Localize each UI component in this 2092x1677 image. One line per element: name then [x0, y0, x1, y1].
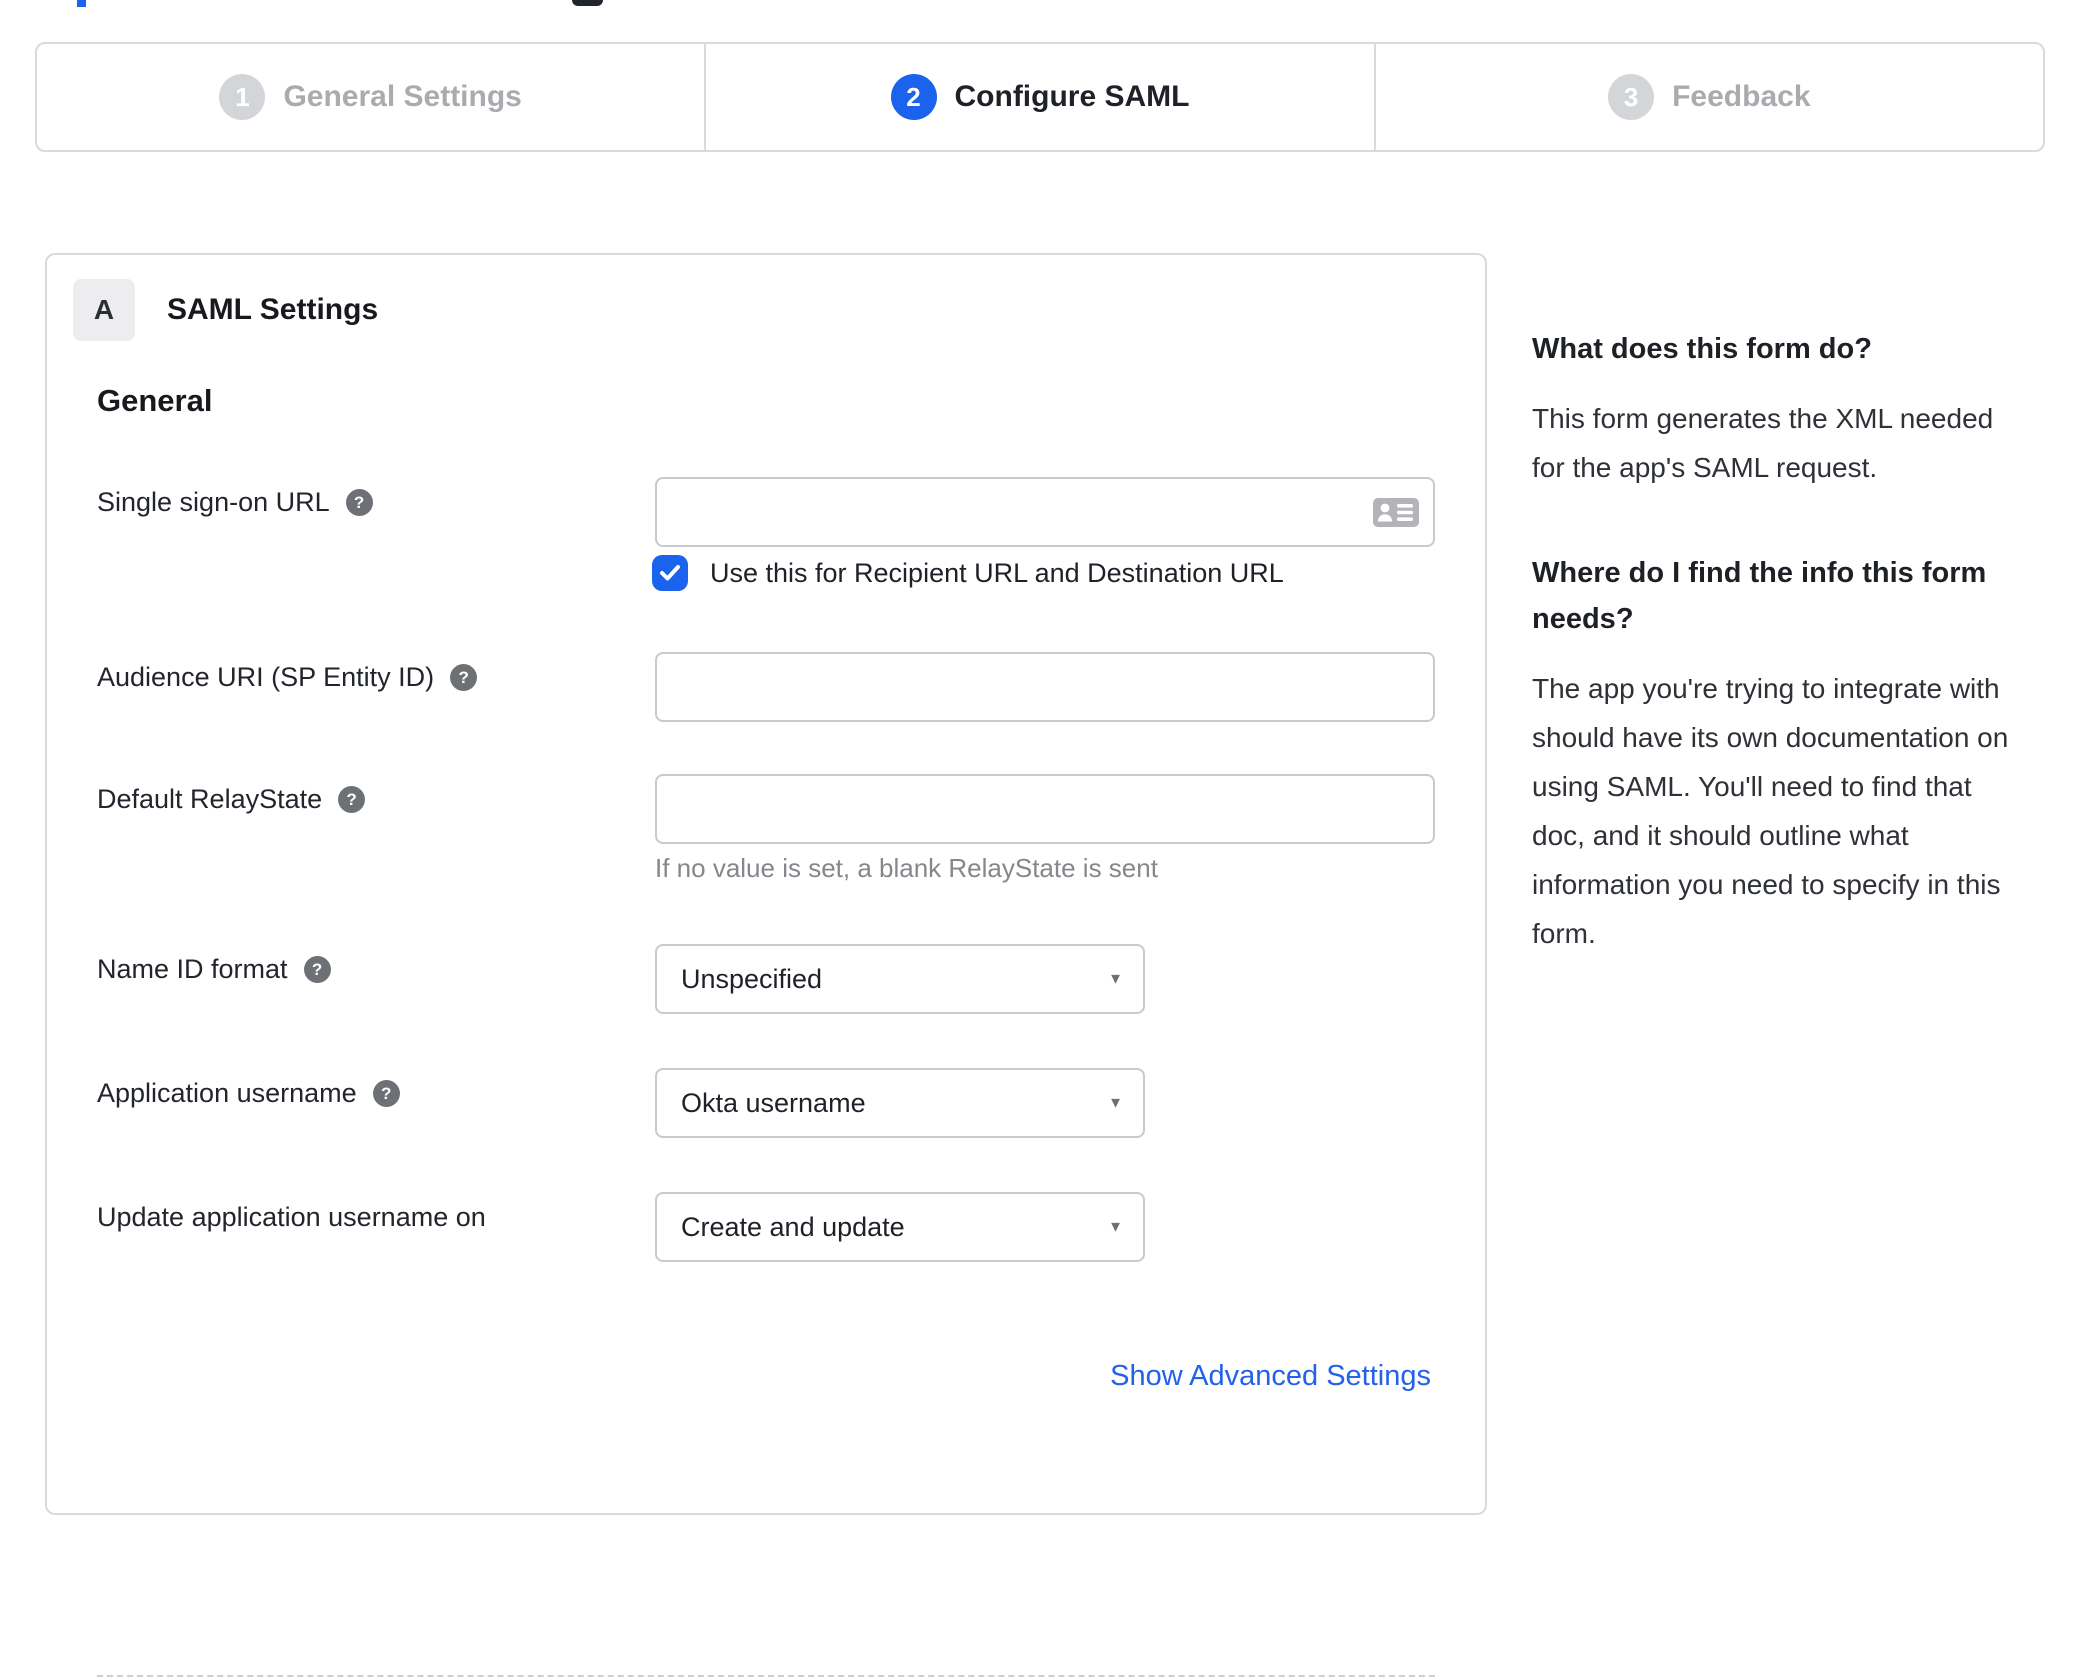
step-number-badge: 1: [219, 74, 266, 120]
name-id-format-label: Name ID format: [97, 954, 288, 984]
help-icon[interactable]: ?: [303, 956, 331, 983]
help-icon[interactable]: ?: [372, 1080, 400, 1107]
application-username-label: Application username: [97, 1078, 357, 1108]
step-label: Configure SAML: [954, 80, 1190, 113]
application-username-select[interactable]: Okta username ▼: [655, 1068, 1145, 1138]
relay-state-input[interactable]: [655, 774, 1435, 844]
cutoff-dark-fragment: [572, 0, 603, 6]
update-username-row: Update application username on: [97, 1202, 486, 1233]
sidebar-body-what: This form generates the XML needed for t…: [1532, 403, 1994, 483]
chevron-down-icon: ▼: [1108, 1218, 1123, 1236]
audience-uri-input[interactable]: [655, 652, 1435, 722]
section-a-badge: A: [73, 279, 135, 341]
sidebar-heading-what: What does this form do?: [1532, 333, 1872, 365]
name-id-format-row: Name ID format ?: [97, 954, 331, 985]
sso-url-input[interactable]: [655, 477, 1435, 547]
sso-url-label: Single sign-on URL: [97, 487, 330, 517]
help-icon[interactable]: ?: [338, 786, 366, 813]
show-advanced-settings-link[interactable]: Show Advanced Settings: [1110, 1360, 1431, 1393]
name-id-format-value: Unspecified: [681, 963, 823, 994]
relay-state-label: Default RelayState: [97, 784, 323, 814]
name-id-format-select[interactable]: Unspecified ▼: [655, 944, 1145, 1014]
help-icon[interactable]: ?: [345, 489, 373, 516]
checkmark-icon: [660, 565, 680, 581]
step-label: General Settings: [283, 80, 522, 113]
step-feedback[interactable]: 3 Feedback: [1373, 44, 2043, 150]
recipient-url-checkbox-label: Use this for Recipient URL and Destinati…: [710, 557, 1284, 588]
cutoff-blue-fragment: [77, 0, 86, 7]
help-icon[interactable]: ?: [450, 664, 478, 691]
audience-uri-row: Audience URI (SP Entity ID) ?: [97, 662, 478, 693]
chevron-down-icon: ▼: [1108, 1094, 1123, 1112]
step-label: Feedback: [1672, 80, 1811, 113]
sso-url-row: Single sign-on URL ?: [97, 487, 373, 518]
audience-uri-label: Audience URI (SP Entity ID): [97, 662, 435, 692]
step-number-badge: 3: [1608, 74, 1655, 120]
panel-title: SAML Settings: [167, 293, 379, 326]
wizard-stepper: 1 General Settings 2 Configure SAML 3 Fe…: [35, 42, 2045, 152]
sidebar-body-where: The app you're trying to integrate with …: [1532, 673, 2009, 949]
sso-url-input-wrap: [655, 477, 1435, 547]
application-username-row: Application username ?: [97, 1078, 400, 1109]
saml-settings-panel: A SAML Settings General Single sign-on U…: [45, 253, 1487, 1677]
step-configure-saml[interactable]: 2 Configure SAML: [704, 44, 1373, 150]
general-section-heading: General: [97, 383, 213, 418]
recipient-url-checkbox[interactable]: [652, 555, 688, 591]
application-username-value: Okta username: [681, 1087, 866, 1118]
update-username-value: Create and update: [681, 1211, 905, 1242]
update-username-label: Update application username on: [97, 1202, 486, 1232]
step-number-badge: 2: [890, 74, 937, 120]
update-username-select[interactable]: Create and update ▼: [655, 1192, 1145, 1262]
chevron-down-icon: ▼: [1108, 970, 1123, 988]
help-sidebar: What does this form do? This form genera…: [1532, 326, 2052, 958]
relay-state-row: Default RelayState ?: [97, 784, 366, 815]
sidebar-heading-where: Where do I find the info this form needs…: [1532, 557, 1987, 635]
step-general-settings[interactable]: 1 General Settings: [37, 44, 704, 150]
relay-state-hint: If no value is set, a blank RelayState i…: [655, 853, 1158, 883]
